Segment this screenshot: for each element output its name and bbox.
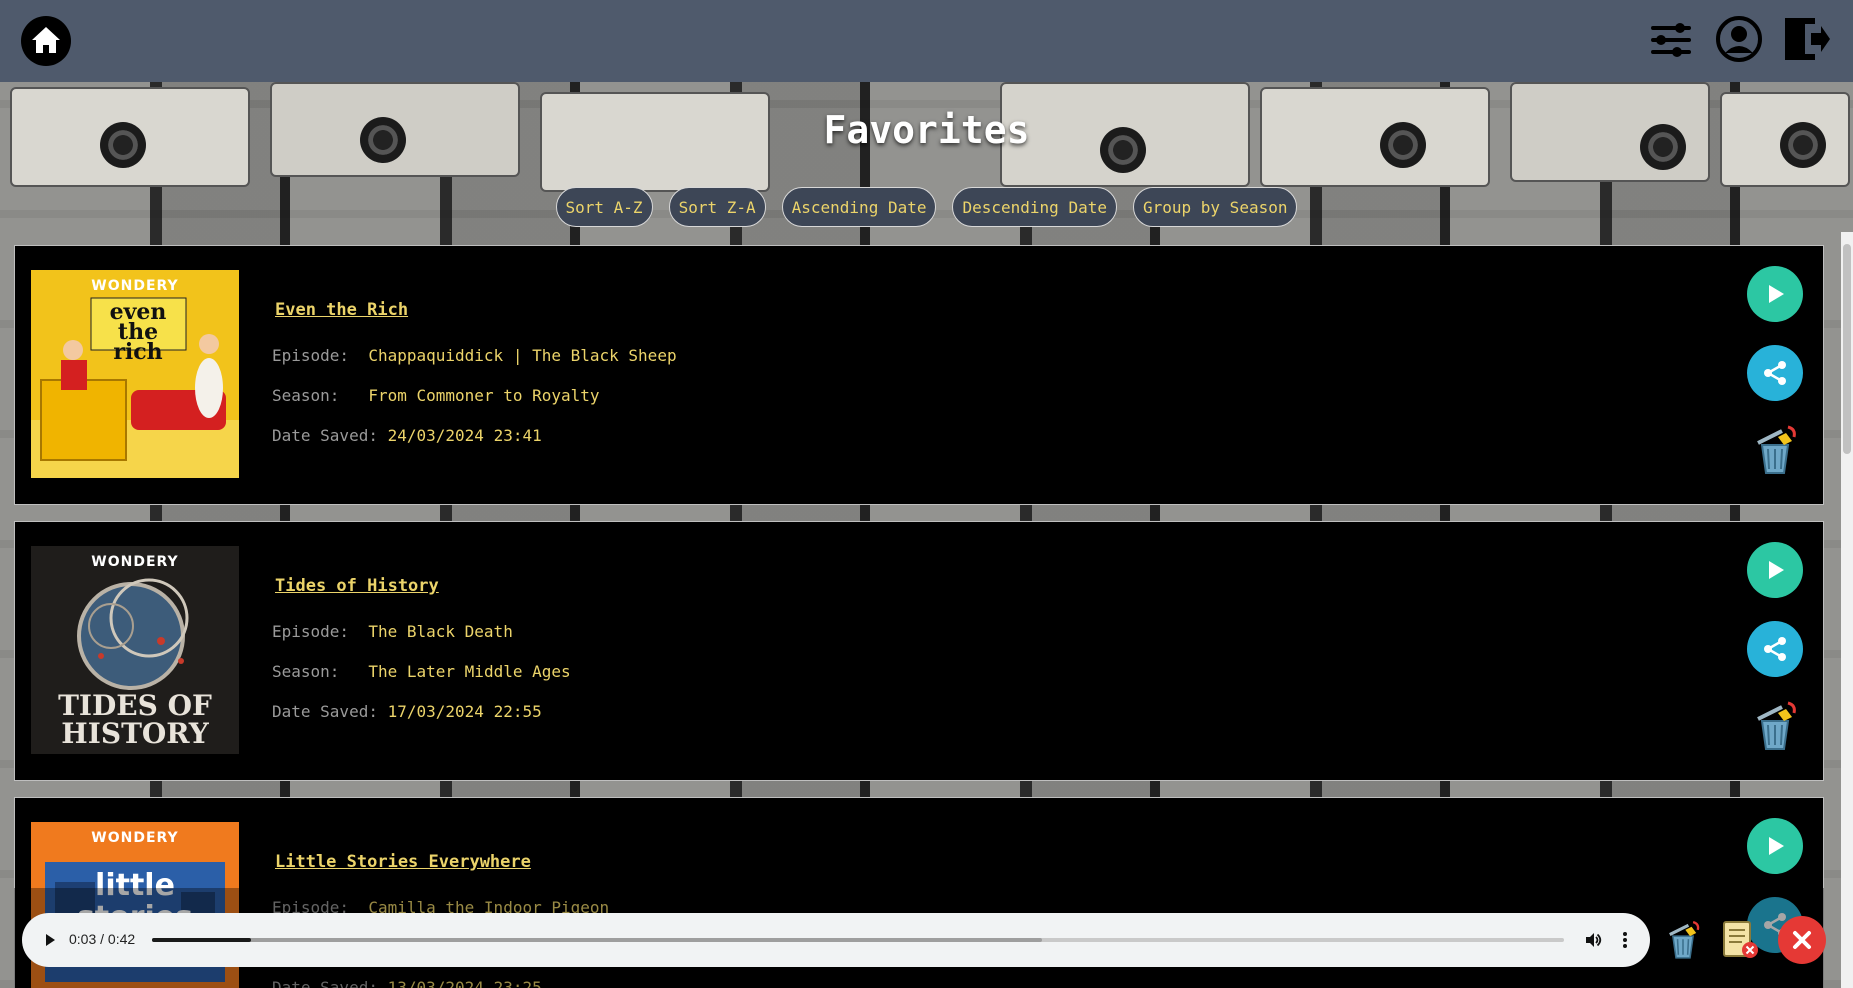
show-title-link[interactable]: Even the Rich <box>275 300 408 320</box>
player-time: 0:03 / 0:42 <box>69 931 136 947</box>
user-circle-icon <box>1716 16 1762 62</box>
descending-date-button[interactable]: Descending Date <box>952 187 1117 227</box>
play-icon <box>1769 837 1784 855</box>
episode-value: Chappaquiddick | The Black Sheep <box>368 346 677 365</box>
play-button[interactable] <box>1747 818 1803 874</box>
episode-value: The Black Death <box>368 622 513 641</box>
seek-progress <box>152 938 251 942</box>
clear-played-button[interactable] <box>1662 918 1704 966</box>
episode-row: Episode: Chappaquiddick | The Black Shee… <box>272 346 677 365</box>
podcast-cover: WONDERY TIDES OF HISTORY <box>31 546 239 754</box>
logout-door-icon <box>1785 18 1830 60</box>
trash-icon <box>1757 425 1796 474</box>
date-saved-row: Date Saved: 17/03/2024 22:55 <box>272 702 542 721</box>
episode-label: Episode: <box>272 622 350 641</box>
episode-label: Episode: <box>272 346 350 365</box>
player-play-icon[interactable] <box>42 932 58 948</box>
date-saved-value: 17/03/2024 22:55 <box>387 702 542 721</box>
season-value: From Commoner to Royalty <box>368 386 600 405</box>
cover-text: TIDES OF HISTORY <box>58 689 212 750</box>
top-nav-bar <box>0 0 1853 82</box>
document-remove-icon <box>1723 921 1758 958</box>
volume-icon[interactable] <box>1584 931 1602 949</box>
share-button[interactable] <box>1747 345 1803 401</box>
reset-progress-button[interactable] <box>1718 918 1762 966</box>
episode-row: Episode: The Black Death <box>272 622 513 641</box>
trash-icon <box>1669 920 1700 959</box>
home-button[interactable] <box>20 15 72 67</box>
play-icon <box>1769 285 1784 303</box>
play-icon <box>1769 561 1784 579</box>
date-saved-value: 24/03/2024 23:41 <box>387 426 542 445</box>
cover-text: even the rich <box>109 299 167 365</box>
favorite-card: WONDERY TIDES OF HISTORY Tides of Histor… <box>14 521 1824 781</box>
settings-button[interactable] <box>1646 15 1696 65</box>
delete-button[interactable] <box>1747 422 1803 478</box>
season-row: Season: The Later Middle Ages <box>272 662 571 681</box>
page-title: Favorites <box>823 108 1030 152</box>
ascending-date-button[interactable]: Ascending Date <box>781 187 937 227</box>
seek-bar[interactable] <box>152 938 1564 942</box>
seek-buffered <box>152 938 1042 942</box>
logout-button[interactable] <box>1780 13 1832 65</box>
season-label: Season: <box>272 386 340 405</box>
cover-brand: WONDERY <box>91 554 179 570</box>
share-icon <box>1764 361 1786 385</box>
cover-brand: WONDERY <box>91 830 179 846</box>
group-by-season-button[interactable]: Group by Season <box>1132 187 1298 227</box>
trash-icon <box>1757 701 1796 750</box>
season-row: Season: From Commoner to Royalty <box>272 386 600 405</box>
close-icon <box>1793 931 1811 949</box>
date-saved-label: Date Saved: <box>272 426 378 445</box>
audio-player: 0:03 / 0:42 <box>22 913 1650 967</box>
profile-button[interactable] <box>1714 14 1764 64</box>
play-button[interactable] <box>1747 542 1803 598</box>
page-scrollbar[interactable] <box>1841 232 1853 988</box>
sliders-icon <box>1651 23 1691 57</box>
sort-z-a-button[interactable]: Sort Z-A <box>668 187 766 227</box>
season-value: The Later Middle Ages <box>368 662 571 681</box>
sort-toolbar: Sort A-Z Sort Z-A Ascending Date Descend… <box>0 187 1853 227</box>
cover-brand: WONDERY <box>91 278 179 294</box>
scrollbar-thumb[interactable] <box>1843 244 1851 454</box>
home-icon <box>21 16 71 66</box>
share-button[interactable] <box>1747 621 1803 677</box>
date-saved-row: Date Saved: 24/03/2024 23:41 <box>272 426 542 445</box>
podcast-cover: WONDERY even the rich <box>31 270 239 478</box>
sort-a-z-button[interactable]: Sort A-Z <box>555 187 653 227</box>
delete-button[interactable] <box>1747 698 1803 754</box>
date-saved-label: Date Saved: <box>272 702 378 721</box>
season-label: Season: <box>272 662 340 681</box>
favorite-card: WONDERY even the rich Even the Rich Epis… <box>14 245 1824 505</box>
show-title-link[interactable]: Little Stories Everywhere <box>275 852 531 872</box>
show-title-link[interactable]: Tides of History <box>275 576 439 596</box>
close-player-button[interactable] <box>1778 916 1826 964</box>
more-options-icon[interactable] <box>1622 931 1628 949</box>
share-icon <box>1764 637 1786 661</box>
play-button[interactable] <box>1747 266 1803 322</box>
